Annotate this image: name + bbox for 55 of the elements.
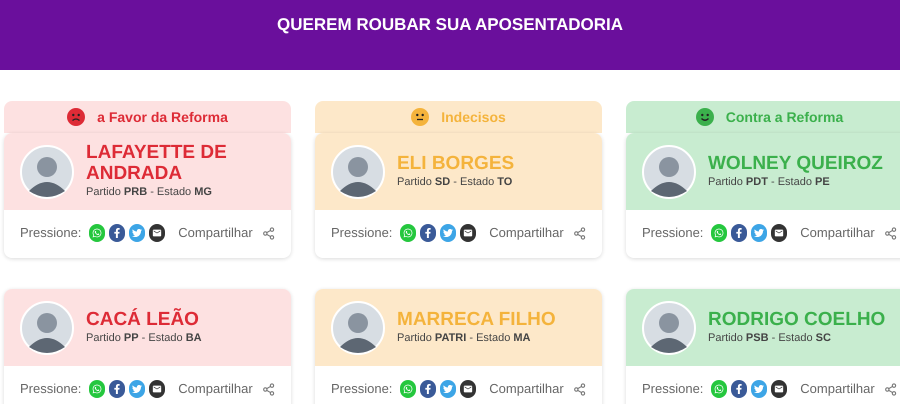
politician-name: LAFAYETTE DE ANDRADA	[86, 142, 228, 184]
press-label: Pressione:	[20, 380, 82, 398]
politician-name: CACÁ LEÃO	[86, 308, 200, 330]
email-icon[interactable]	[460, 380, 476, 398]
facebook-icon[interactable]	[731, 224, 748, 242]
share-icon[interactable]	[572, 382, 586, 396]
politician-name: ELI BORGES	[397, 152, 514, 174]
party-state: Partido PDT - Estado PE	[708, 174, 831, 190]
share-link[interactable]: Compartilhar	[489, 223, 564, 243]
avatar	[331, 300, 385, 354]
category-label: Indecisos	[441, 108, 506, 126]
facebook-icon[interactable]	[109, 224, 126, 242]
share-icon[interactable]	[262, 226, 276, 240]
neutral-face-icon	[411, 108, 430, 126]
politician-name: RODRIGO COELHO	[708, 308, 886, 330]
press-label: Pressione:	[642, 224, 704, 242]
share-link[interactable]: Compartilhar	[489, 379, 564, 399]
avatar	[20, 144, 74, 198]
share-icon[interactable]	[884, 382, 898, 396]
party-state: Partido SD - Estado TO	[397, 174, 514, 190]
email-icon[interactable]	[771, 224, 788, 242]
party-state: Partido PSB - Estado SC	[708, 330, 832, 346]
share-icon[interactable]	[572, 226, 586, 240]
share-link[interactable]: Compartilhar	[178, 379, 253, 399]
avatar	[331, 144, 385, 198]
politician-name: WOLNEY QUEIROZ	[708, 152, 883, 174]
press-label: Pressione:	[331, 224, 392, 242]
category-label: a Favor da Reforma	[97, 108, 228, 126]
category-label: Contra a Reforma	[726, 108, 844, 126]
share-icon[interactable]	[884, 226, 898, 240]
avatar	[642, 300, 696, 354]
sad-face-icon	[67, 108, 86, 126]
facebook-icon[interactable]	[109, 380, 126, 398]
facebook-icon[interactable]	[420, 380, 436, 398]
facebook-icon[interactable]	[420, 224, 436, 242]
party-state: Partido PATRI - Estado MA	[397, 330, 532, 346]
email-icon[interactable]	[149, 224, 166, 242]
press-label: Pressione:	[331, 380, 392, 398]
page-title: QUEREM ROUBAR SUA APOSENTADORIA	[277, 14, 623, 36]
email-icon[interactable]	[771, 380, 788, 398]
share-link[interactable]: Compartilhar	[800, 379, 875, 399]
party-state: Partido PP - Estado BA	[86, 330, 202, 346]
press-label: Pressione:	[20, 224, 82, 242]
email-icon[interactable]	[149, 380, 166, 398]
share-link[interactable]: Compartilhar	[800, 223, 875, 243]
avatar	[20, 300, 74, 354]
facebook-icon[interactable]	[731, 380, 748, 398]
email-icon[interactable]	[460, 224, 476, 242]
politician-name: MARRECA FILHO	[397, 308, 556, 330]
share-link[interactable]: Compartilhar	[178, 223, 253, 243]
avatar	[642, 144, 696, 198]
press-label: Pressione:	[642, 380, 704, 398]
smiling-face-icon	[696, 108, 714, 126]
party-state: Partido PRB - Estado MG	[86, 185, 213, 200]
share-icon[interactable]	[262, 382, 276, 396]
